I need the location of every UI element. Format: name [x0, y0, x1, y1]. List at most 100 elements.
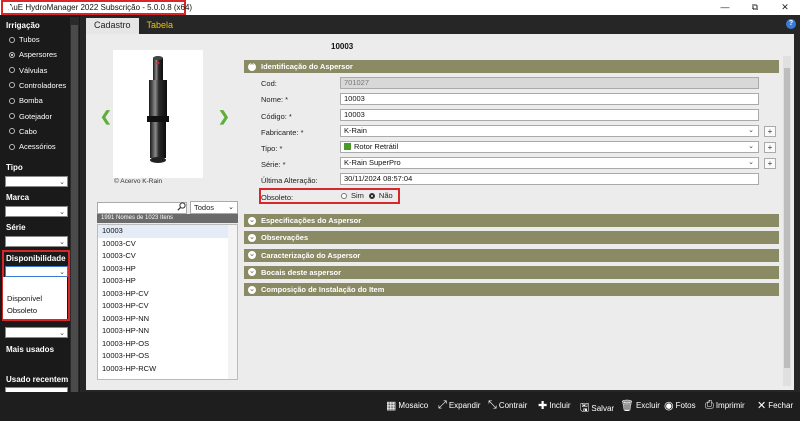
irrigacao-option[interactable]: Bomba — [9, 96, 43, 105]
mosaico-label: Mosaico — [398, 401, 429, 410]
marca-label: Marca — [6, 193, 30, 202]
section-header[interactable]: ⌄ Caracterização do Aspersor — [244, 248, 779, 262]
list-item[interactable]: 10003-CV — [98, 250, 237, 263]
section-header[interactable]: ⌄ Especificações do Aspersor — [244, 214, 779, 227]
contrair-label: Contrair — [498, 401, 528, 410]
search-icon[interactable] — [177, 202, 186, 213]
fabricante-value: K-Rain — [344, 126, 367, 135]
add-serie-button[interactable]: + — [764, 158, 776, 169]
disponibilidade-select[interactable]: ⌄ — [5, 266, 68, 277]
sidebar-scrollbar[interactable] — [70, 17, 79, 397]
section-header[interactable]: ⌄ Bocais deste aspersor — [244, 265, 779, 279]
section-header[interactable]: ⌄ Composição de Instalação do Item — [244, 283, 779, 297]
fechar-button[interactable]: ✕ Fechar — [757, 399, 793, 412]
tab-cadastro[interactable]: Cadastro — [86, 18, 139, 34]
prev-photo-arrow-icon[interactable]: ❮ — [100, 108, 112, 125]
irrigacao-option[interactable]: Acessórios — [9, 142, 56, 151]
serie-select[interactable]: ⌄ — [5, 236, 68, 247]
section-title: Composição de Instalação do Item — [261, 285, 385, 295]
tab-tabela[interactable]: Tabela — [139, 18, 182, 34]
irrigacao-option[interactable]: Aspersores — [9, 50, 57, 59]
list-item[interactable]: 10003-CV — [98, 238, 237, 251]
scroll-thumb[interactable] — [784, 68, 790, 368]
excluir-button[interactable]: 🗑 Excluir — [620, 399, 660, 412]
radio-nao[interactable] — [368, 192, 375, 199]
list-item[interactable]: 10003-HP-NN — [98, 325, 237, 338]
irrigacao-option[interactable]: Tubos — [9, 35, 40, 44]
radio-button[interactable] — [9, 143, 15, 150]
mosaico-button[interactable]: ▦ Mosaico — [386, 399, 428, 412]
radio-sim[interactable] — [341, 192, 347, 199]
list-item[interactable]: 10003-HP-CV — [98, 300, 237, 313]
close-window-button[interactable]: ✕ — [770, 0, 800, 15]
serie-label: Série — [6, 223, 26, 232]
radio-button[interactable] — [9, 36, 15, 43]
irrigacao-option[interactable]: Controladores — [9, 81, 66, 90]
section-title: Observações — [261, 233, 309, 243]
main-scrollbar[interactable] — [783, 56, 791, 386]
list-item[interactable]: 10003-HP — [98, 263, 237, 276]
expand-section-icon: ⌄ — [248, 268, 256, 277]
list-scrollbar[interactable] — [228, 225, 237, 379]
maximize-button[interactable]: ⧉ — [740, 0, 770, 15]
marca-select[interactable]: ⌄ — [5, 206, 68, 217]
radio-button[interactable] — [9, 113, 15, 119]
search-input[interactable] — [97, 202, 187, 214]
list-item[interactable]: 10003-HP-OS — [98, 350, 237, 363]
irrigacao-option[interactable]: Cabo — [9, 127, 37, 136]
list-item[interactable]: 10003 — [98, 225, 237, 238]
list-item[interactable]: 10003-HP-NN — [98, 313, 237, 326]
scroll-thumb[interactable] — [71, 25, 78, 395]
imprimir-button[interactable]: ⎙ Imprimir — [705, 399, 745, 412]
expand-section-icon: ⌄ — [248, 233, 256, 242]
serie-field-label: Série: * — [261, 160, 286, 169]
section-header[interactable]: ⌄ Observações — [244, 231, 779, 245]
list-item[interactable]: 10003-HP-OS — [98, 338, 237, 351]
section-title: Especificações do Aspersor — [261, 216, 362, 225]
section-identificacao[interactable]: ⌃ Identificação do Aspersor — [244, 60, 779, 73]
radio-button[interactable] — [9, 67, 15, 74]
list-item[interactable]: 10003-HP — [98, 275, 237, 288]
add-tipo-button[interactable]: + — [764, 142, 776, 153]
contrair-button[interactable]: ⤡ Contrair — [488, 399, 527, 412]
tipo-select[interactable]: ⌄ — [5, 176, 68, 187]
option-disponivel[interactable]: Disponível — [7, 294, 42, 303]
expand-icon: ⤢ — [438, 399, 447, 411]
nome-field[interactable]: 10003 — [340, 93, 759, 105]
radio-button[interactable] — [9, 97, 15, 104]
tipo-field-select[interactable]: Rotor Retrátil ⌄ — [340, 141, 759, 153]
salvar-button[interactable]: 🖫 Salvar — [580, 399, 614, 418]
app-window: AuE HydroManager 2022 Subscrição - 5.0.0… — [0, 0, 800, 421]
expand-section-icon: ⌄ — [248, 216, 256, 225]
irrigacao-option[interactable]: Gotejador — [9, 112, 52, 121]
expandir-button[interactable]: ⤢ Expandir — [438, 399, 480, 412]
irrigacao-title: Irrigação — [6, 21, 40, 30]
disponibilidade-dropdown: Disponível Obsoleto — [3, 277, 67, 319]
extra-select[interactable]: ⌄ — [5, 327, 68, 338]
serie-field-select[interactable]: K-Rain SuperPro ⌄ — [340, 157, 759, 169]
add-fabricante-button[interactable]: + — [764, 126, 776, 137]
fotos-button[interactable]: ◉ Fotos — [664, 399, 696, 412]
help-icon[interactable]: ? — [786, 19, 796, 29]
filter-select[interactable]: Todos ⌄ — [190, 201, 238, 214]
next-photo-arrow-icon[interactable]: ❯ — [218, 108, 230, 125]
collapse-icon: ⌃ — [248, 62, 256, 71]
list-item[interactable]: 10003-HP-CV — [98, 288, 237, 301]
salvar-label: Salvar — [591, 404, 615, 413]
minimize-button[interactable]: — — [710, 0, 740, 15]
irrigacao-option[interactable]: Válvulas — [9, 66, 47, 75]
rotor-icon — [344, 143, 351, 150]
trash-icon: 🗑 — [620, 400, 634, 412]
radio-button[interactable] — [9, 51, 15, 58]
incluir-button[interactable]: ✚ Incluir — [538, 399, 571, 412]
radio-button[interactable] — [9, 128, 15, 135]
title-highlight-box: AuE HydroManager 2022 Subscrição - 5.0.0… — [1, 0, 192, 15]
irrigacao-option-label: Tubos — [19, 35, 40, 44]
tab-bar: Cadastro Tabela — [86, 18, 181, 34]
ultima-alteracao-field: 30/11/2024 08:57:04 — [340, 173, 759, 185]
fabricante-select[interactable]: K-Rain ⌄ — [340, 125, 759, 137]
radio-button[interactable] — [9, 82, 15, 89]
codigo-field[interactable]: 10003 — [340, 109, 759, 121]
option-obsoleto[interactable]: Obsoleto — [7, 306, 37, 315]
list-item[interactable]: 10003-HP-RCW — [98, 363, 237, 376]
